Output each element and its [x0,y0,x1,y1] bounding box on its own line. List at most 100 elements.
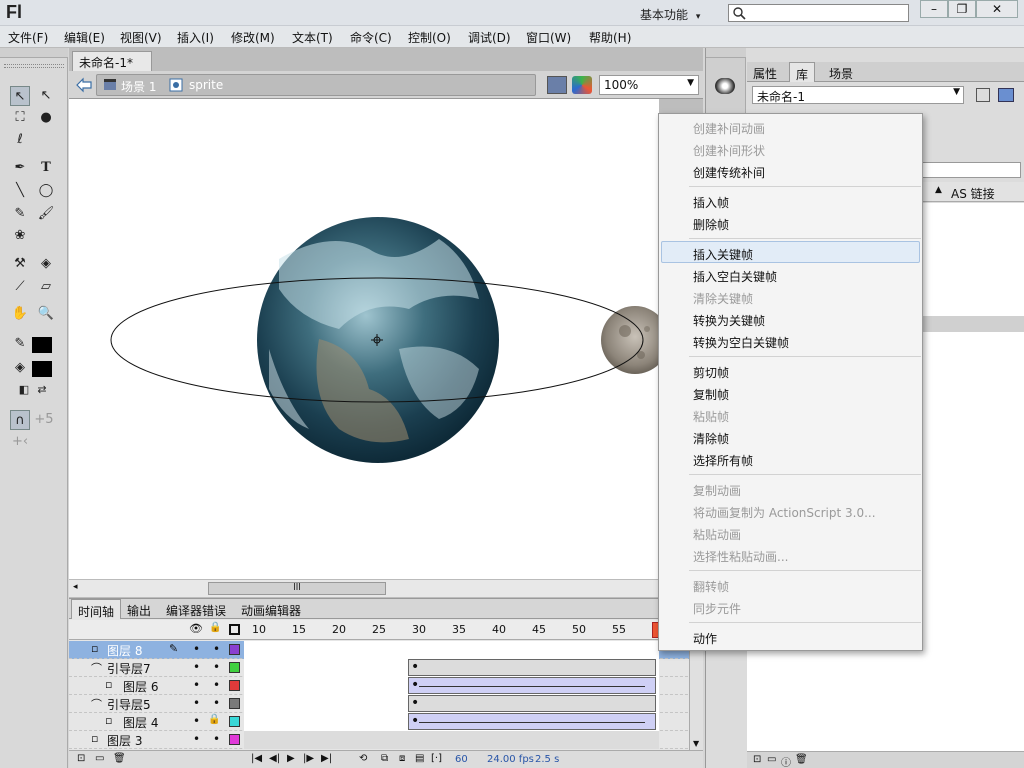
scroll-left-arrow-icon[interactable]: ◂ [73,582,78,592]
edit-multiple-frames-icon[interactable]: ▤ [415,753,424,764]
layer-name[interactable]: 图层 6 [123,678,158,695]
color-palette-icon[interactable] [715,78,735,94]
lock-toggle[interactable]: • [213,678,220,692]
hand-tool-icon[interactable]: ✋ [10,304,30,324]
close-button[interactable]: ✕ [976,0,1018,18]
selection-tool-icon[interactable]: ↖ [10,86,30,106]
lock-toggle[interactable]: • [213,642,220,656]
frame-cells[interactable]: • [244,713,659,731]
tab-output[interactable]: 输出 [127,602,151,619]
tools-gripper[interactable] [4,64,64,68]
snap-to-objects-icon[interactable]: ∩ [10,410,30,430]
visibility-toggle[interactable]: • [193,660,200,674]
keyframe-marker[interactable]: • [411,659,419,675]
tab-timeline[interactable]: 时间轴 [71,599,122,619]
zoom-tool-icon[interactable]: 🔍 [36,304,56,324]
fill-color-swatch[interactable] [32,361,52,377]
keyframe-marker[interactable]: • [411,677,419,693]
sort-ascending-icon[interactable]: ▲ [935,185,942,195]
lock-toggle[interactable]: • [213,660,220,674]
onion-markers-icon[interactable]: [·] [431,753,442,764]
layer-row[interactable]: ▫ 图层 3 • • [69,731,703,749]
panel-dock-header[interactable] [706,48,746,58]
edit-scene-icon[interactable] [547,76,567,94]
new-layer-icon[interactable]: ⊡ [77,753,85,764]
layer-row[interactable]: ▫ 图层 4 • 🔒 • [69,713,703,731]
tab-properties[interactable]: 属性 [753,65,777,82]
go-first-frame-icon[interactable]: |◀ [251,753,262,764]
outline-icon[interactable] [229,624,240,635]
delete-icon[interactable]: 🗑 [795,754,808,765]
layer-name[interactable]: 图层 3 [107,732,142,749]
properties-icon[interactable]: ⓘ [781,754,791,768]
layer-outline-color[interactable] [229,662,240,673]
scroll-down-arrow-icon[interactable]: ▼ [693,739,699,748]
frame-cells[interactable] [244,731,659,749]
frame-span[interactable]: • [408,659,656,676]
new-folder-icon[interactable]: ▭ [767,754,776,765]
context-menu-item[interactable]: 清除帧 [693,430,729,447]
menu-window[interactable]: 窗口(W) [526,29,571,46]
lock-icon[interactable]: 🔒 [209,622,221,633]
current-frame[interactable]: 60 [455,754,468,765]
pin-library-icon[interactable] [976,88,990,102]
moon-graphic[interactable] [601,306,659,374]
frame-span[interactable]: • [408,713,656,730]
stroke-color-icon[interactable]: ✎ [10,334,30,354]
subselection-tool-icon[interactable]: ↖ [36,86,56,106]
frame-cells[interactable]: • [244,695,659,713]
frame-rate[interactable]: 24.00 fps [487,754,534,765]
restore-button[interactable]: ❐ [948,0,976,18]
visibility-toggle[interactable]: • [193,696,200,710]
menu-view[interactable]: 视图(V) [120,29,162,46]
stage-horizontal-scrollbar[interactable]: ◂ lll [69,579,659,597]
context-menu-item[interactable]: 复制帧 [693,386,729,403]
layer-name[interactable]: 图层 8 [107,642,142,659]
layer-outline-color[interactable] [229,644,240,655]
menu-commands[interactable]: 命令(C) [350,29,392,46]
smooth-icon[interactable]: +5 [34,410,54,430]
tab-compiler-errors[interactable]: 编译器错误 [166,602,226,619]
as-linkage-header[interactable]: AS 链接 [951,185,995,202]
brush-tool-icon[interactable]: 🖌 [36,204,56,224]
tab-motion-editor[interactable]: 动画编辑器 [241,602,301,619]
help-search-input[interactable] [728,4,909,22]
frame-cells[interactable]: • [244,659,659,677]
step-forward-icon[interactable]: |▶ [303,753,314,764]
frame-cells[interactable]: • [244,677,659,695]
menu-insert[interactable]: 插入(I) [177,29,214,46]
text-tool-icon[interactable]: T [36,158,56,178]
library-document-select[interactable]: 未命名-1 ▼ [752,86,964,104]
layer-row[interactable]: ⌒ 引导层5 • • • [69,695,703,713]
context-menu-item[interactable]: 动作 [693,630,717,647]
lock-toggle[interactable]: • [213,696,220,710]
context-menu-item[interactable]: 创建传统补间 [693,164,765,181]
tools-panel-header[interactable] [0,48,68,58]
menu-modify[interactable]: 修改(M) [231,29,275,46]
stage-canvas[interactable] [69,99,659,579]
eye-icon[interactable]: 👁 [189,622,203,635]
context-menu-item[interactable]: 插入关键帧 [693,246,753,263]
oval-tool-icon[interactable]: ◯ [36,181,56,201]
visibility-toggle[interactable]: • [193,714,200,728]
delete-layer-icon[interactable]: 🗑 [113,753,126,764]
minimize-button[interactable]: – [920,0,948,18]
new-library-panel-icon[interactable] [998,88,1014,102]
context-menu-item[interactable]: 剪切帧 [693,364,729,381]
edit-symbols-icon[interactable] [572,76,592,94]
document-tab[interactable]: 未命名-1* × [72,51,152,85]
straighten-icon[interactable]: +‹ [10,432,30,452]
lock-toggle[interactable]: • [213,732,220,746]
new-symbol-icon[interactable]: ⊡ [753,754,761,765]
menu-file[interactable]: 文件(F) [8,29,48,46]
menu-debug[interactable]: 调试(D) [468,29,511,46]
layer-row[interactable]: ▫ 图层 6 • • • [69,677,703,695]
breadcrumb-symbol[interactable]: sprite [189,78,223,92]
context-menu-item[interactable]: 选择所有帧 [693,452,753,469]
bone-tool-icon[interactable]: ⚒ [10,254,30,274]
layer-row[interactable]: ▫ 图层 8 ✎ • • [69,641,703,659]
zoom-select[interactable]: 100% ▼ [599,75,699,95]
fill-color-icon[interactable]: ◈ [10,358,30,378]
context-menu-item[interactable]: 删除帧 [693,216,729,233]
layer-outline-color[interactable] [229,734,240,745]
